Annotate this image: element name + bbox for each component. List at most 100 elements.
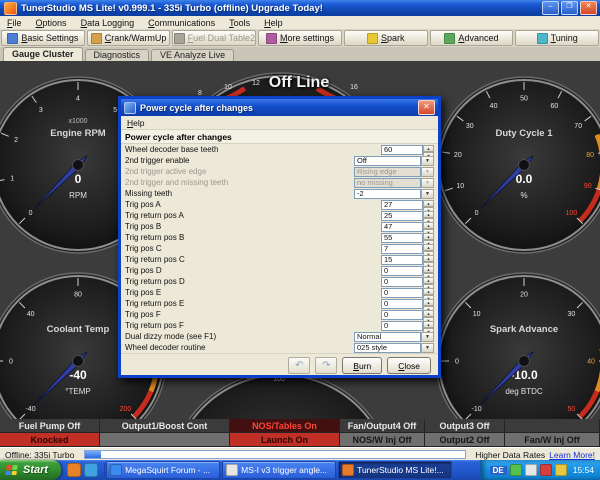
minimize-button[interactable]: –	[542, 1, 559, 15]
tab-ve-analyze-live[interactable]: VE Analyze Live	[151, 49, 234, 61]
spinner-value: 60	[381, 145, 423, 155]
toolbar-crank-warmup[interactable]: Crank/WarmUp	[87, 30, 171, 46]
update-icon[interactable]	[555, 464, 567, 476]
dropdown-arrow-icon[interactable]: ▼	[421, 156, 434, 166]
undo-button[interactable]: ↶	[288, 357, 310, 374]
spinner-value: 0	[381, 288, 423, 298]
task-tunerstudio-ms-lite[interactable]: TunerStudio MS Lite!...	[338, 461, 452, 479]
title-bar[interactable]: TunerStudio MS Lite! v0.999.1 - 335i Tur…	[0, 0, 600, 16]
spinner-up-icon[interactable]: ▲	[423, 145, 434, 152]
spinner-up-icon[interactable]: ▲	[423, 288, 434, 295]
language-indicator[interactable]: DE	[490, 466, 507, 475]
dropdown-arrow-icon[interactable]: ▼	[421, 332, 434, 342]
indicator-output1-boost-cont[interactable]: Output1/Boost Cont	[100, 419, 230, 433]
indicator-output2-off[interactable]: Output2 Off	[425, 433, 505, 447]
tab-gauge-cluster[interactable]: Gauge Cluster	[3, 47, 83, 61]
task-megasquirt-forum[interactable]: MegaSquirt Forum - ...	[106, 461, 220, 479]
indicator-fuel-pump-off[interactable]: Fuel Pump Off	[0, 419, 100, 433]
dialog-menu-help[interactable]: Help	[121, 118, 150, 128]
toolbar-more-settings[interactable]: More settings	[258, 30, 342, 46]
dropdown-arrow-icon[interactable]: ▼	[421, 189, 434, 199]
menu-file[interactable]: File	[0, 18, 29, 28]
menu-tools[interactable]: Tools	[222, 18, 257, 28]
spinner-up-icon[interactable]: ▲	[423, 321, 434, 328]
spinner-up-icon[interactable]: ▲	[423, 310, 434, 317]
indicator-nos-tables-on[interactable]: NOS/Tables On	[230, 419, 340, 433]
trig-pos-f-spinner[interactable]: 0▲▼	[381, 310, 434, 320]
trig-pos-e-spinner[interactable]: 0▲▼	[381, 288, 434, 298]
menu-communications[interactable]: Communications	[141, 18, 222, 28]
spinner-up-icon[interactable]: ▲	[423, 222, 434, 229]
menu-data-logging[interactable]: Data Logging	[74, 18, 142, 28]
indicator-knocked[interactable]: Knocked	[0, 433, 100, 447]
advanced-icon	[444, 33, 455, 44]
close-button[interactable]: ✕	[580, 1, 597, 15]
taskbar-clock: 15:54	[570, 465, 594, 475]
dialog-close-button[interactable]: ✕	[418, 100, 435, 115]
quick-launch-bar	[61, 463, 105, 477]
indicator-item[interactable]	[100, 433, 230, 447]
spinner-buttons: ▲▼	[423, 222, 434, 232]
spinner-up-icon[interactable]: ▲	[423, 255, 434, 262]
svg-text:40: 40	[490, 103, 498, 110]
spinner-up-icon[interactable]: ▲	[423, 244, 434, 251]
menu-options[interactable]: Options	[29, 18, 74, 28]
status-bar: Offline: 335i Turbo Higher Data Rates Le…	[0, 447, 600, 461]
dialog-close-action-button[interactable]: Close	[387, 357, 431, 374]
indicator-output3-off[interactable]: Output3 Off	[425, 419, 505, 433]
burn-button[interactable]: Burn	[342, 357, 382, 374]
learn-more-link[interactable]: Learn More!	[549, 450, 600, 460]
trig-pos-b-spinner[interactable]: 47▲▼	[381, 222, 434, 232]
trig-return-pos-c-spinner[interactable]: 15▲▼	[381, 255, 434, 265]
missing-teeth-select[interactable]: -2▼	[354, 189, 434, 199]
network-icon[interactable]	[510, 464, 522, 476]
trig-pos-a-spinner[interactable]: 27▲▼	[381, 200, 434, 210]
wheel-decoder-routine-select[interactable]: 025 style▼	[354, 343, 434, 353]
toolbar-label: Tuning	[551, 33, 578, 43]
wheel-decoder-base-teeth-spinner[interactable]: 60▲▼	[381, 145, 434, 155]
toolbar-tuning[interactable]: Tuning	[515, 30, 599, 46]
spinner-up-icon[interactable]: ▲	[423, 299, 434, 306]
spinner-up-icon[interactable]: ▲	[423, 211, 434, 218]
messenger-icon[interactable]	[525, 464, 537, 476]
trig-return-pos-f-spinner[interactable]: 0▲▼	[381, 321, 434, 331]
maximize-button[interactable]: ❐	[561, 1, 578, 15]
toolbar-basic-settings[interactable]: Basic Settings	[1, 30, 85, 46]
browser-icon[interactable]	[67, 463, 81, 477]
task-ms-i-v3-trigger-angle[interactable]: MS-I v3 trigger angle...	[222, 461, 336, 479]
tab-diagnostics[interactable]: Diagnostics	[85, 49, 150, 61]
gauge-spark: -1001020304050Spark Advance-10.0deg BTDC	[436, 273, 600, 419]
spinner-up-icon[interactable]: ▲	[423, 266, 434, 273]
indicator-nos-w-inj-off[interactable]: NOS/W Inj Off	[340, 433, 425, 447]
alert-icon[interactable]	[540, 464, 552, 476]
svg-text:-10: -10	[472, 406, 482, 413]
dialog-title-bar[interactable]: Power cycle after changes ✕	[121, 99, 438, 116]
dropdown-arrow-icon[interactable]: ▼	[421, 343, 434, 353]
toolbar-advanced[interactable]: Advanced	[430, 30, 514, 46]
tray-icons	[510, 464, 567, 476]
indicator-fan-w-inj-off[interactable]: Fan/W Inj Off	[505, 433, 600, 447]
indicator-launch-on[interactable]: Launch On	[230, 433, 340, 447]
2nd-trigger-active-edge-select: Rising edge▼	[354, 167, 434, 177]
toolbar-spark[interactable]: Spark	[344, 30, 428, 46]
trig-return-pos-d-spinner[interactable]: 0▲▼	[381, 277, 434, 287]
media-player-icon[interactable]	[84, 463, 98, 477]
menu-help[interactable]: Help	[257, 18, 290, 28]
toolbar-fuel-dual-table2[interactable]: Fuel Dual Table2	[172, 30, 256, 46]
trig-pos-d-spinner[interactable]: 0▲▼	[381, 266, 434, 276]
spinner-up-icon[interactable]: ▲	[423, 200, 434, 207]
trig-pos-c-spinner[interactable]: 7▲▼	[381, 244, 434, 254]
trig-return-pos-b-spinner[interactable]: 55▲▼	[381, 233, 434, 243]
start-label: Start	[23, 464, 48, 476]
trig-return-pos-a-spinner[interactable]: 25▲▼	[381, 211, 434, 221]
start-button[interactable]: Start	[0, 460, 61, 480]
spinner-up-icon[interactable]: ▲	[423, 233, 434, 240]
spinner-up-icon[interactable]: ▲	[423, 277, 434, 284]
redo-button[interactable]: ↷	[315, 357, 337, 374]
indicator-fan-output4-off[interactable]: Fan/Output4 Off	[340, 419, 425, 433]
trig-return-pos-e-spinner[interactable]: 0▲▼	[381, 299, 434, 309]
spinner-value: 0	[381, 266, 423, 276]
indicator-item[interactable]	[505, 419, 600, 433]
dual-dizzy-mode-see-f1-select[interactable]: Normal▼	[354, 332, 434, 342]
2nd-trigger-enable-select[interactable]: Off▼	[354, 156, 434, 166]
